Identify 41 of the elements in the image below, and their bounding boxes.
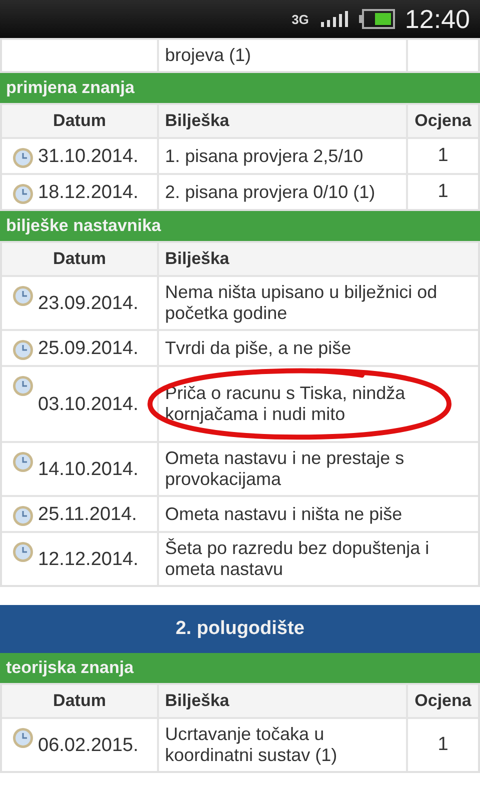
column-header: Datum <box>52 110 107 132</box>
clock-icon <box>12 147 34 169</box>
note-text: Ometa nastavu i ništa ne piše <box>165 504 402 524</box>
date-text: 12.12.2014. <box>38 549 138 571</box>
network-type: 3G <box>292 12 309 26</box>
date-text: 18.12.2014. <box>38 182 138 204</box>
note-text: Ometa nastavu i ne prestaje s provokacijama <box>165 448 406 490</box>
date-text: 25.09.2014. <box>38 338 138 360</box>
clock-icon <box>12 451 34 473</box>
grade-text: 1 <box>438 145 448 167</box>
note-text: 1. pisana provjera 2,5/10 <box>165 146 364 166</box>
note-text: Ucrtavanje točaka u koordinatni sustav (1) <box>165 724 338 766</box>
note-text: 2. pisana provjera 0/10 (1) <box>165 182 376 202</box>
note-text: Nema ništa upisano u bilježnici od početka godine <box>165 282 438 324</box>
column-header: Datum <box>52 690 107 712</box>
column-header: Datum <box>52 248 107 270</box>
clock-time: 12:40 <box>404 4 470 34</box>
category-header: teorijska znanja <box>0 653 480 683</box>
clock-icon <box>12 505 34 527</box>
date-text: 25.11.2014. <box>38 504 137 526</box>
date-text: 31.10.2014. <box>38 146 138 168</box>
note-text: Šeta po razredu bez dopuštenja i ometa nastavu <box>165 538 430 580</box>
category-header: bilješke nastavnika <box>0 211 480 241</box>
clock-icon <box>12 285 34 307</box>
grade-text: 1 <box>438 181 448 203</box>
date-text: 14.10.2014. <box>38 459 138 481</box>
clock-icon <box>12 541 34 563</box>
clock-icon <box>12 339 34 361</box>
semester-header: 2. polugodište <box>0 605 480 653</box>
note-text: brojeva (1) <box>165 45 252 66</box>
date-text: 06.02.2015. <box>38 735 138 757</box>
note-text: Tvrdi da piše, a ne piše <box>165 338 352 358</box>
clock-icon <box>12 727 34 749</box>
date-text: 23.09.2014. <box>38 293 138 315</box>
category-header: primjena znanja <box>0 73 480 103</box>
signal-icon <box>318 10 349 28</box>
grade-text: 1 <box>438 734 448 756</box>
clock-icon <box>12 183 34 205</box>
clock-icon <box>12 375 34 397</box>
battery-icon <box>358 9 395 29</box>
date-text: 03.10.2014. <box>38 394 138 416</box>
